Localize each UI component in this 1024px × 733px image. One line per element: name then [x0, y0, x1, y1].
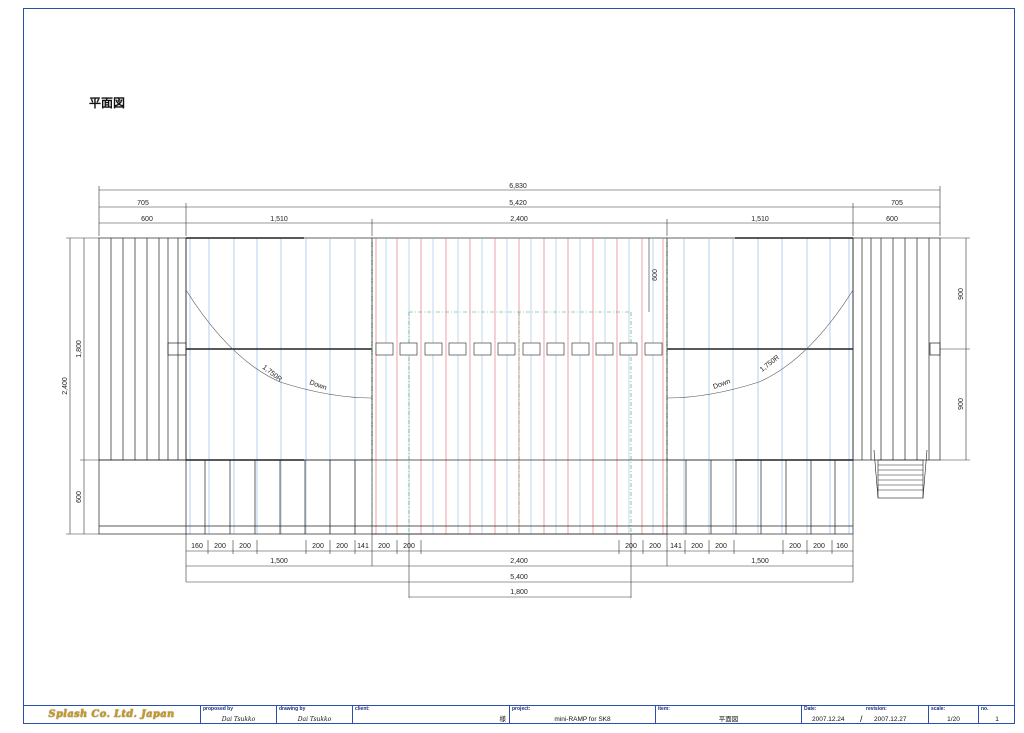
- bottom-row-labels: 160 200 200 200 200 141 200 200 200 200 …: [191, 543, 848, 550]
- number-cell: no. 1: [979, 706, 1015, 724]
- dim-row-2: 200: [214, 543, 226, 550]
- dim-deck-right: 705: [891, 200, 903, 207]
- left-deck: [98, 237, 187, 461]
- drawing-by-value: Dai Tsukko: [297, 716, 332, 723]
- dim-row-5: 200: [336, 543, 348, 550]
- top-dimensions: 6,830 705 5,420 705 600 1,510 2,400 1,51…: [98, 183, 941, 236]
- item-value: 平面図: [718, 716, 739, 723]
- dim-row-3: 200: [239, 543, 251, 550]
- dim-row-8: 200: [403, 543, 415, 550]
- dim-a2: 1,510: [270, 216, 288, 223]
- revision-value: 2007.12.27: [874, 716, 907, 723]
- dim-row-13: 200: [715, 543, 727, 550]
- floor-plan-drawing: 6,830 705 5,420 705 600 1,510 2,400 1,51…: [62, 183, 970, 598]
- proposed-by-value: Dai Tsukko: [221, 716, 256, 723]
- proposed-by-label: proposed by: [203, 706, 234, 712]
- drawing-by-cell: drawing by Dai Tsukko: [277, 706, 353, 724]
- scale-label: scale:: [931, 706, 946, 712]
- dim-a4: 1,510: [751, 216, 769, 223]
- lower-frame: [98, 459, 854, 535]
- dim-left-upper: 1,800: [76, 340, 83, 358]
- scale-cell: scale: 1/20: [929, 706, 979, 724]
- scale-value: 1/20: [947, 716, 960, 723]
- down-label-right: Down: [712, 378, 731, 391]
- dim-row-7: 200: [378, 543, 390, 550]
- dim-row-12: 200: [691, 543, 703, 550]
- dim-right-lower: 900: [958, 398, 965, 410]
- dim-a5: 600: [886, 216, 898, 223]
- dim-overall-width: 6,830: [509, 183, 527, 190]
- company-logo: Splash Co. Ltd. Japan: [23, 706, 201, 724]
- dim-b2: 2,400: [510, 558, 528, 565]
- dim-a3: 2,400: [510, 216, 528, 223]
- drawing-by-label: drawing by: [279, 706, 306, 712]
- item-label: item:: [658, 706, 670, 712]
- client-value: 様: [499, 716, 507, 723]
- project-value: mini-RAMP for SK8: [554, 716, 611, 723]
- title-block: Splash Co. Ltd. Japan proposed by Dai Ts…: [23, 705, 1015, 724]
- dim-row-16: 160: [836, 543, 848, 550]
- dim-row-14: 200: [789, 543, 801, 550]
- dim-b3: 1,500: [751, 558, 769, 565]
- left-transition: 1,750R Down: [185, 237, 373, 534]
- stairs: [873, 449, 928, 499]
- date-label: Date:: [804, 706, 817, 712]
- dim-row-10: 200: [649, 543, 661, 550]
- dim-row-6: 141: [357, 543, 369, 550]
- project-cell: project: mini-RAMP for SK8: [510, 706, 656, 724]
- date-value: 2007.12.24: [812, 716, 845, 723]
- client-label: client:: [355, 706, 370, 712]
- dim-left-lower: 600: [76, 491, 83, 503]
- date-cell: Date: revision: 2007.12.24 / 2007.12.27: [802, 706, 929, 724]
- dim-row-4: 200: [312, 543, 324, 550]
- date-separator: /: [860, 714, 863, 724]
- project-label: project:: [512, 706, 531, 712]
- dim-row-1: 160: [191, 543, 203, 550]
- right-transition: 1,750R Down: [666, 237, 854, 534]
- bottom-dimensions: 160 200 200 200 200 141 200 200 200 200 …: [185, 534, 854, 598]
- dim-right-upper: 900: [958, 288, 965, 300]
- dim-deck-left: 705: [137, 200, 149, 207]
- number-label: no.: [981, 706, 989, 712]
- radius-label-right: 1,750R: [759, 354, 781, 373]
- down-label-left: Down: [308, 379, 327, 392]
- flat-bottom: [371, 237, 668, 535]
- proposed-by-cell: proposed by Dai Tsukko: [201, 706, 277, 724]
- dim-center: 1,800: [510, 589, 528, 596]
- revision-label: revision:: [866, 706, 887, 712]
- number-value: 1: [995, 716, 999, 723]
- dim-row-9: 200: [625, 543, 637, 550]
- item-cell: item: 平面図: [656, 706, 802, 724]
- dim-b1: 1,500: [270, 558, 288, 565]
- dim-mid-span: 5,420: [509, 200, 527, 207]
- dim-a1: 600: [141, 216, 153, 223]
- left-dimensions: 2,400 1,800 600: [62, 237, 99, 535]
- client-cell: client: 様: [353, 706, 510, 724]
- dim-left-overall: 2,400: [62, 377, 69, 395]
- dim-span: 5,400: [510, 574, 528, 581]
- right-deck: [852, 237, 941, 461]
- dim-row-15: 200: [813, 543, 825, 550]
- dim-row-11: 141: [670, 543, 682, 550]
